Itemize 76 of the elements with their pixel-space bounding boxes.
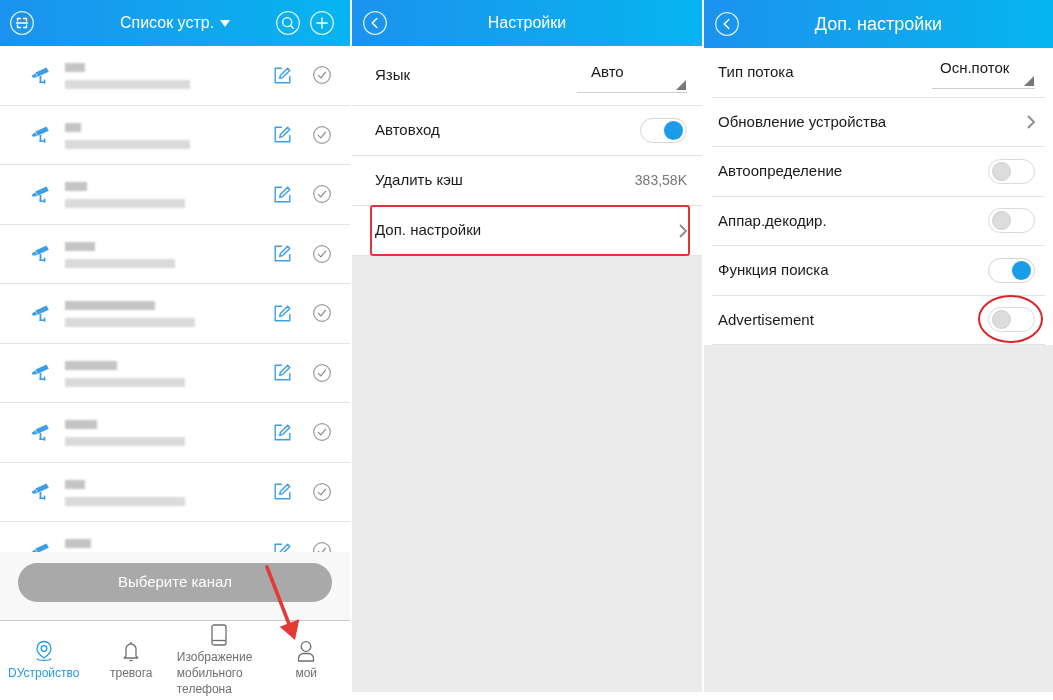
edit-icon[interactable] bbox=[274, 245, 291, 263]
nav-tab[interactable]: мой bbox=[262, 621, 350, 700]
edit-icon[interactable] bbox=[274, 185, 291, 203]
check-circle-icon[interactable] bbox=[313, 363, 331, 382]
settings-row[interactable]: Язык Авто bbox=[352, 46, 702, 106]
blurred-name bbox=[65, 182, 87, 192]
add-icon[interactable] bbox=[310, 11, 334, 35]
screen-title: Настройки bbox=[487, 13, 567, 33]
blurred-name bbox=[65, 122, 81, 132]
edit-icon[interactable] bbox=[274, 483, 291, 501]
setting-label: Advertisement bbox=[718, 309, 814, 330]
toggle-switch[interactable] bbox=[988, 158, 1035, 184]
blurred-name bbox=[65, 420, 97, 430]
security-camera-icon bbox=[31, 185, 51, 203]
security-camera-icon bbox=[31, 66, 51, 84]
security-camera-icon bbox=[31, 304, 51, 322]
nav-tab[interactable]: Изображение мобильного телефона bbox=[175, 621, 263, 700]
search-icon[interactable] bbox=[276, 11, 300, 35]
setting-label: Тип потока bbox=[718, 62, 794, 82]
setting-label: Удалить кэш bbox=[375, 170, 463, 191]
back-icon[interactable] bbox=[715, 12, 739, 36]
settings-row[interactable]: Функция поиска bbox=[712, 246, 1045, 296]
setting-label: Обновление устройства bbox=[718, 111, 887, 132]
setting-label: Доп. настройки bbox=[375, 220, 482, 241]
toggle-switch[interactable] bbox=[988, 208, 1035, 234]
setting-label: Автоопределение bbox=[718, 161, 843, 181]
setting-label: Функция поиска bbox=[718, 260, 829, 280]
camera-pin-icon bbox=[33, 640, 54, 662]
check-circle-icon[interactable] bbox=[313, 244, 331, 263]
caret-down-icon[interactable] bbox=[220, 19, 231, 27]
check-circle-icon[interactable] bbox=[313, 66, 331, 85]
chevron-right-icon bbox=[1027, 114, 1035, 129]
blurred-name bbox=[65, 241, 95, 251]
toggle-switch[interactable] bbox=[640, 118, 687, 143]
chevron-right-icon bbox=[679, 223, 687, 238]
blurred-name bbox=[65, 360, 117, 370]
settings-row[interactable]: Удалить кэш 383,58K bbox=[352, 156, 702, 206]
tablet-icon bbox=[210, 624, 227, 646]
security-camera-icon bbox=[31, 483, 51, 501]
edit-icon[interactable] bbox=[274, 66, 291, 84]
cache-size: 383,58K bbox=[634, 171, 687, 190]
settings-row[interactable]: Автоопределение bbox=[712, 147, 1045, 197]
blurred-name bbox=[65, 63, 85, 73]
check-circle-icon[interactable] bbox=[313, 125, 331, 144]
screen-title: Доп. настройки bbox=[814, 12, 943, 36]
nav-tab[interactable]: тревога bbox=[87, 621, 175, 700]
setting-label: Язык bbox=[375, 65, 411, 86]
back-icon[interactable] bbox=[363, 11, 387, 35]
dropdown-corner-icon bbox=[676, 79, 686, 90]
check-circle-icon[interactable] bbox=[313, 185, 331, 204]
dropdown-corner-icon bbox=[1024, 76, 1034, 87]
check-circle-icon[interactable] bbox=[313, 423, 331, 442]
settings-row[interactable]: Обновление устройства bbox=[712, 97, 1045, 147]
settings-row[interactable]: Тип потока Осн.поток bbox=[712, 48, 1045, 98]
settings-row[interactable]: Автовход bbox=[352, 106, 702, 156]
setting-label: Автовход bbox=[375, 120, 440, 141]
settings-row[interactable]: Аппар.декодир. bbox=[712, 196, 1045, 246]
dropdown-field[interactable]: Осн.поток bbox=[932, 59, 1035, 90]
edit-icon[interactable] bbox=[274, 304, 291, 322]
security-camera-icon bbox=[31, 364, 51, 382]
toggle-switch[interactable] bbox=[988, 257, 1035, 283]
security-camera-icon bbox=[31, 423, 51, 441]
security-camera-icon bbox=[31, 245, 51, 263]
edit-icon[interactable] bbox=[274, 423, 291, 441]
toggle-switch[interactable] bbox=[988, 307, 1035, 333]
check-circle-icon[interactable] bbox=[313, 482, 331, 501]
security-camera-icon bbox=[31, 126, 51, 144]
check-circle-icon[interactable] bbox=[313, 304, 331, 323]
edit-icon[interactable] bbox=[274, 126, 291, 144]
blurred-name bbox=[65, 539, 91, 549]
edit-icon[interactable] bbox=[274, 364, 291, 382]
setting-label: Аппар.декодир. bbox=[718, 210, 827, 231]
dropdown-field[interactable]: Авто bbox=[577, 62, 687, 93]
blurred-name bbox=[65, 479, 85, 489]
scan-icon[interactable] bbox=[10, 11, 34, 35]
person-icon bbox=[296, 640, 317, 662]
